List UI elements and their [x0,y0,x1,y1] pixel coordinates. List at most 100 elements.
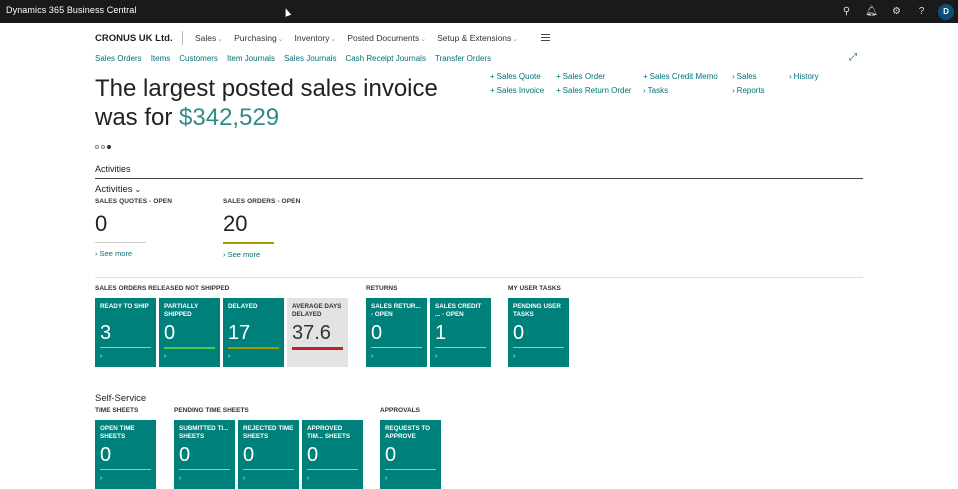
cue-sales-quotes-open: SALES QUOTES - OPEN 0 › See more [95,198,172,258]
tile-value: 37.6 [292,322,331,344]
chevron-down-icon: ⌄ [277,36,284,43]
tile-requests-to-approve[interactable]: REQUESTS TO APPROVE 0 › [380,420,441,489]
chevron-right-icon: › [371,353,374,360]
cue-indicator [95,242,146,243]
tile-indicator [164,347,215,349]
tile-value: 0 [179,444,191,466]
tile-delayed[interactable]: DELAYED 17 › [223,298,284,367]
tile-ready-to-ship[interactable]: READY TO SHIP 3 › [95,298,156,367]
group-title-user-tasks: MY USER TASKS [508,285,561,292]
plus-icon: + [490,72,495,81]
subnav-sales-orders[interactable]: Sales Orders [95,54,142,63]
pager-dot-active[interactable] [107,145,111,149]
nav-purchasing[interactable]: Purchasing⌄ [234,33,283,43]
tile-label: REJECTED TIME SHEETS [243,425,294,440]
chevron-right-icon: › [179,475,182,482]
see-more-link[interactable]: › See more [223,250,300,259]
section-divider [95,178,863,179]
divider [95,277,863,278]
tile-label: APPROVED TIM... SHEETS [307,425,351,440]
tile-value: 0 [243,444,255,466]
hamburger-menu-icon[interactable] [541,34,550,43]
cue-value[interactable]: 0 [95,211,172,239]
actions-col-4: › Sales › Reports [732,72,765,100]
chevron-down-icon: ⌄ [512,36,519,43]
actions-col-3: + Sales Credit Memo › Tasks [643,72,718,100]
headline-amount[interactable]: $342,529 [179,104,279,131]
pager-dot[interactable] [95,145,99,149]
see-more-link[interactable]: › See more [95,249,172,258]
nav-setup-extensions[interactable]: Setup & Extensions⌄ [437,33,518,43]
gear-icon[interactable]: ⚙ [884,0,909,23]
subnav-sales-journals[interactable]: Sales Journals [284,54,336,63]
pager-dot[interactable] [101,145,105,149]
tile-pending-user-tasks[interactable]: PENDING USER TASKS 0 › [508,298,569,367]
subnav-item-journals[interactable]: Item Journals [227,54,275,63]
subnav-cash-receipt-journals[interactable]: Cash Receipt Journals [345,54,425,63]
chevron-down-icon: ⌄ [420,36,427,43]
tile-average-days-delayed[interactable]: AVERAGE DAYS DELAYED 37.6 [287,298,348,367]
action-sales-return-order[interactable]: + Sales Return Order [556,86,632,100]
tile-value: 0 [164,322,176,344]
help-icon[interactable]: ? [909,0,934,23]
action-sales-quote[interactable]: + Sales Quote [490,72,544,86]
group-title-released: SALES ORDERS RELEASED NOT SHIPPED [95,285,230,292]
tile-rejected-time-sheets[interactable]: REJECTED TIME SHEETS 0 › [238,420,299,489]
tile-indicator [513,347,564,348]
plus-icon: + [643,72,648,81]
action-tasks[interactable]: › Tasks [643,86,718,100]
tile-submitted-time-sheets[interactable]: SUBMITTED TI... SHEETS 0 › [174,420,235,489]
avatar[interactable]: D [938,3,954,20]
tile-open-time-sheets[interactable]: OPEN TIME SHEETS 0 › [95,420,156,489]
chevron-right-icon: › [435,353,438,360]
action-sales[interactable]: › Sales [732,72,765,86]
subnav-customers[interactable]: Customers [179,54,218,63]
actions-col-new-2: + Sales Order + Sales Return Order [556,72,632,100]
expand-icon[interactable]: ⤢ [849,52,857,63]
plus-icon: + [490,86,495,95]
nav-divider [182,31,183,45]
chevron-right-icon: › [643,86,646,95]
headline-pager [95,145,113,149]
tile-sales-returns-open[interactable]: SALES RETUR... - OPEN 0 › [366,298,427,367]
action-reports[interactable]: › Reports [732,86,765,100]
subnav-transfer-orders[interactable]: Transfer Orders [435,54,491,63]
tile-indicator [371,347,422,348]
nav-inventory[interactable]: Inventory⌄ [295,33,337,43]
nav-sales[interactable]: Sales⌄ [195,33,223,43]
activities-group-toggle[interactable]: Activities ⌄ [95,184,141,195]
action-sales-credit-memo[interactable]: + Sales Credit Memo [643,72,718,86]
nav-posted-documents[interactable]: Posted Documents⌄ [347,33,426,43]
action-sales-order[interactable]: + Sales Order [556,72,632,86]
action-history[interactable]: › History [789,72,819,86]
cue-caption: SALES QUOTES - OPEN [95,198,173,205]
tile-value: 0 [385,444,397,466]
tile-indicator [100,469,151,470]
tile-partially-shipped[interactable]: PARTIALLY SHIPPED 0 › [159,298,220,367]
tile-approved-time-sheets[interactable]: APPROVED TIM... SHEETS 0 › [302,420,363,489]
app-title[interactable]: Dynamics 365 Business Central [6,5,136,15]
activities-section-title: Activities [95,164,131,174]
tile-label: SALES CREDIT ... - OPEN [435,303,482,318]
cue-value[interactable]: 20 [223,211,300,239]
bell-icon[interactable]: 🔔︎ [859,0,884,23]
tile-value: 0 [371,322,383,344]
tile-indicator [179,469,230,470]
tile-value: 0 [307,444,319,466]
subnav-items[interactable]: Items [151,54,171,63]
chevron-right-icon: › [164,353,167,360]
actions-col-new-1: + Sales Quote + Sales Invoice [490,72,544,100]
chevron-right-icon: › [228,353,231,360]
tile-label: SALES RETUR... - OPEN [371,303,421,318]
company-name[interactable]: CRONUS UK Ltd. [95,33,173,44]
tile-sales-credit-open[interactable]: SALES CREDIT ... - OPEN 1 › [430,298,491,367]
tile-value: 3 [100,322,112,344]
tile-label: REQUESTS TO APPROVE [385,425,431,440]
tile-indicator [292,347,343,350]
tile-label: READY TO SHIP [100,303,149,310]
search-icon[interactable]: ⚲ [834,0,859,23]
tile-label: DELAYED [228,303,258,310]
action-sales-invoice[interactable]: + Sales Invoice [490,86,544,100]
tile-label: PENDING USER TASKS [513,303,561,318]
tile-label: AVERAGE DAYS DELAYED [292,303,342,318]
